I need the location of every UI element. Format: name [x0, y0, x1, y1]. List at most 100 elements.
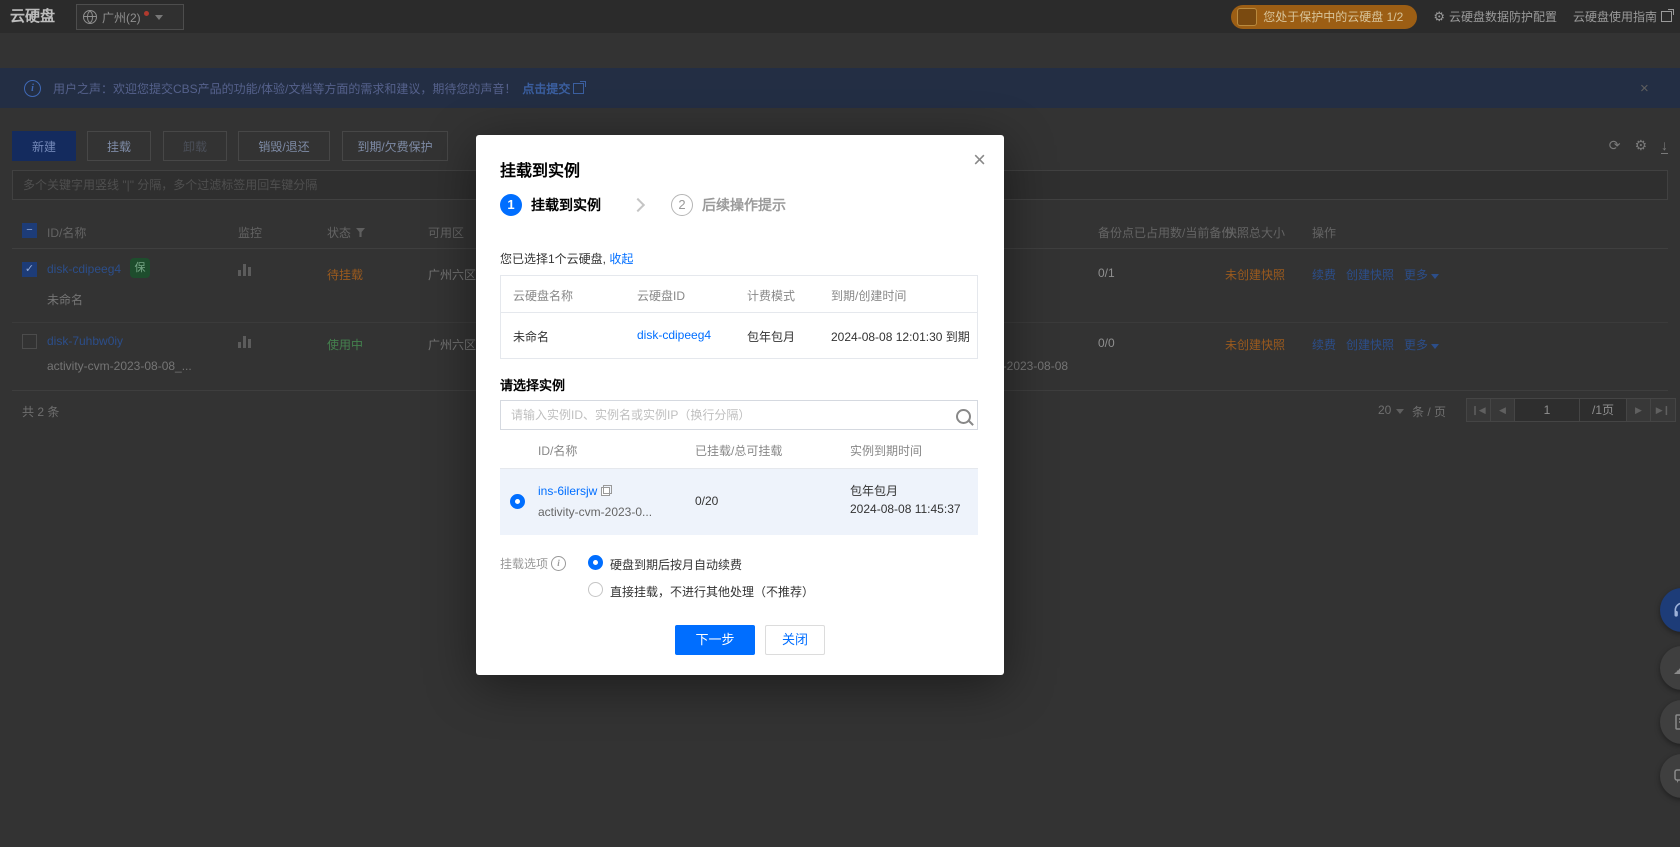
disk-name: 未命名 — [513, 328, 549, 345]
region-label: 广州(2) — [102, 9, 141, 26]
last-page-button[interactable] — [1650, 398, 1676, 422]
chevron-down-icon — [155, 15, 163, 20]
info-icon — [24, 80, 41, 97]
support-button[interactable] — [1660, 588, 1680, 632]
create-button[interactable]: 新建 — [12, 131, 76, 161]
cloud-icon — [1673, 658, 1680, 679]
feedback-button[interactable] — [1660, 754, 1680, 798]
region-selector[interactable]: 广州(2) — [76, 4, 184, 30]
column-settings-icon[interactable] — [1634, 137, 1647, 154]
disk-id-link[interactable]: disk-cdipeeg4 — [47, 262, 121, 276]
select-all-checkbox[interactable] — [22, 223, 37, 238]
step-2-label: 后续操作提示 — [702, 195, 786, 215]
instance-id-link[interactable]: ins-6ilersjw — [538, 484, 612, 498]
row-operations: 续费 创建快照 更多 — [1312, 266, 1439, 283]
search-icon[interactable] — [956, 409, 971, 424]
expire-protect-button[interactable]: 到期/欠费保护 — [342, 131, 448, 161]
disk-name: 未命名 — [47, 291, 83, 308]
zone-label: 广州六区 — [428, 336, 476, 353]
survey-button[interactable] — [1660, 700, 1680, 744]
disk-table-header: 云硬盘名称 云硬盘ID 计费模式 到期/创建时间 — [501, 276, 977, 313]
expire-time: 2024-08-08 12:01:30 到期 — [831, 328, 970, 345]
selection-summary: 您已选择1个云硬盘, 收起 — [500, 250, 633, 267]
instance-search-input[interactable] — [500, 400, 978, 430]
detach-button: 卸载 — [163, 131, 227, 161]
step-2-circle: 2 — [671, 194, 693, 216]
protected-disks-label: 您处于保护中的云硬盘 1/2 — [1263, 8, 1403, 25]
next-page-button[interactable] — [1626, 398, 1651, 422]
dialog-close-icon[interactable] — [973, 147, 986, 173]
zone-label: 广州六区 — [428, 266, 476, 283]
row-checkbox[interactable] — [22, 262, 37, 277]
col-status: 状态 — [327, 224, 365, 241]
download-icon[interactable] — [1661, 137, 1668, 154]
snapshot-status: 未创建快照 — [1225, 336, 1285, 353]
step-indicator: 1 挂载到实例 2 后续操作提示 — [500, 194, 786, 216]
dialog-title: 挂载到实例 — [500, 157, 580, 181]
protected-disks-badge[interactable]: 您处于保护中的云硬盘 1/2 — [1231, 5, 1417, 29]
renew-link[interactable]: 续费 — [1312, 266, 1336, 283]
col-snapshot: 快照总大小 — [1225, 224, 1285, 241]
monitor-chart-icon[interactable] — [238, 264, 251, 276]
destroy-button[interactable]: 销毁/退还 — [238, 131, 330, 161]
disk-id-link[interactable]: disk-cdipeeg4 — [637, 328, 711, 342]
collapse-link[interactable]: 收起 — [609, 252, 633, 266]
first-page-button[interactable] — [1466, 398, 1491, 422]
status-badge: 使用中 — [327, 336, 363, 353]
status-badge: 待挂载 — [327, 266, 363, 283]
row-checkbox[interactable] — [22, 334, 37, 349]
attach-button[interactable]: 挂载 — [87, 131, 151, 161]
renew-link[interactable]: 续费 — [1312, 336, 1336, 353]
selected-disk-table: 云硬盘名称 云硬盘ID 计费模式 到期/创建时间 未命名 disk-cdipee… — [500, 275, 978, 359]
create-snapshot-link[interactable]: 创建快照 — [1346, 266, 1394, 283]
instance-radio[interactable] — [510, 494, 525, 509]
instance-name: activity-cvm-2023-0... — [538, 505, 652, 519]
banner-text: 用户之声：欢迎您提交CBS产品的功能/体验/文档等方面的需求和建议，期待您的声音… — [53, 80, 516, 97]
headset-icon — [1672, 600, 1680, 620]
instance-expire-time: 2024-08-08 11:45:37 — [850, 502, 961, 516]
disk-id-link[interactable]: disk-7uhbw0iy — [47, 334, 123, 348]
submit-feedback-link[interactable]: 点击提交 — [522, 80, 584, 97]
more-link[interactable]: 更多 — [1404, 266, 1439, 283]
prev-page-button[interactable] — [1490, 398, 1515, 422]
select-instance-label: 请选择实例 — [500, 375, 565, 394]
col-ops: 操作 — [1312, 224, 1336, 241]
disk-table-row: 未命名 disk-cdipeeg4 包年包月 2024-08-08 12:01:… — [501, 313, 977, 358]
col-backup: 备份点已占用数/当前备份... — [1098, 224, 1243, 241]
next-step-button[interactable]: 下一步 — [675, 625, 755, 655]
auto-renew-radio[interactable] — [588, 555, 603, 570]
chevron-down-icon — [1431, 344, 1439, 349]
info-icon[interactable] — [551, 556, 566, 571]
external-link-icon — [573, 83, 584, 94]
usage-guide-link[interactable]: 云硬盘使用指南 — [1573, 8, 1672, 25]
page-size-select[interactable]: 20 — [1378, 403, 1404, 417]
feedback-icon — [1674, 768, 1680, 784]
protected-badge: 保 — [130, 258, 150, 278]
cloud-shortcut-button[interactable] — [1660, 646, 1680, 690]
total-count: 共 2 条 — [22, 403, 59, 420]
copy-icon[interactable] — [601, 485, 612, 496]
page-title: 云硬盘 — [10, 0, 55, 33]
monitor-chart-icon[interactable] — [238, 336, 251, 348]
current-page[interactable]: 1 — [1514, 398, 1580, 422]
chevron-down-icon — [1396, 409, 1404, 414]
more-link[interactable]: 更多 — [1404, 336, 1439, 353]
close-button[interactable]: 关闭 — [765, 625, 825, 655]
region-notification-dot — [144, 11, 149, 16]
direct-attach-radio[interactable] — [588, 582, 603, 597]
data-protect-config-link[interactable]: 云硬盘数据防护配置 — [1433, 8, 1557, 25]
instance-row[interactable]: ins-6ilersjw activity-cvm-2023-0... 0/20… — [500, 469, 978, 535]
snapshot-status: 未创建快照 — [1225, 266, 1285, 283]
row-operations: 续费 创建快照 更多 — [1312, 336, 1439, 353]
banner-close-icon[interactable] — [1640, 80, 1649, 97]
filter-funnel-icon[interactable] — [356, 228, 365, 237]
instance-table: ID/名称 已挂载/总可挂载 实例到期时间 ins-6ilersjw activ… — [500, 430, 978, 535]
col-id: ID/名称 — [47, 224, 86, 241]
per-page-label: 条 / 页 — [1412, 403, 1446, 420]
table-tool-icons — [1609, 137, 1668, 154]
step-1-label: 挂载到实例 — [531, 195, 601, 215]
refresh-icon[interactable] — [1609, 137, 1621, 154]
create-snapshot-link[interactable]: 创建快照 — [1346, 336, 1394, 353]
col-zone: 可用区 — [428, 224, 464, 241]
chevron-right-icon — [631, 198, 645, 212]
